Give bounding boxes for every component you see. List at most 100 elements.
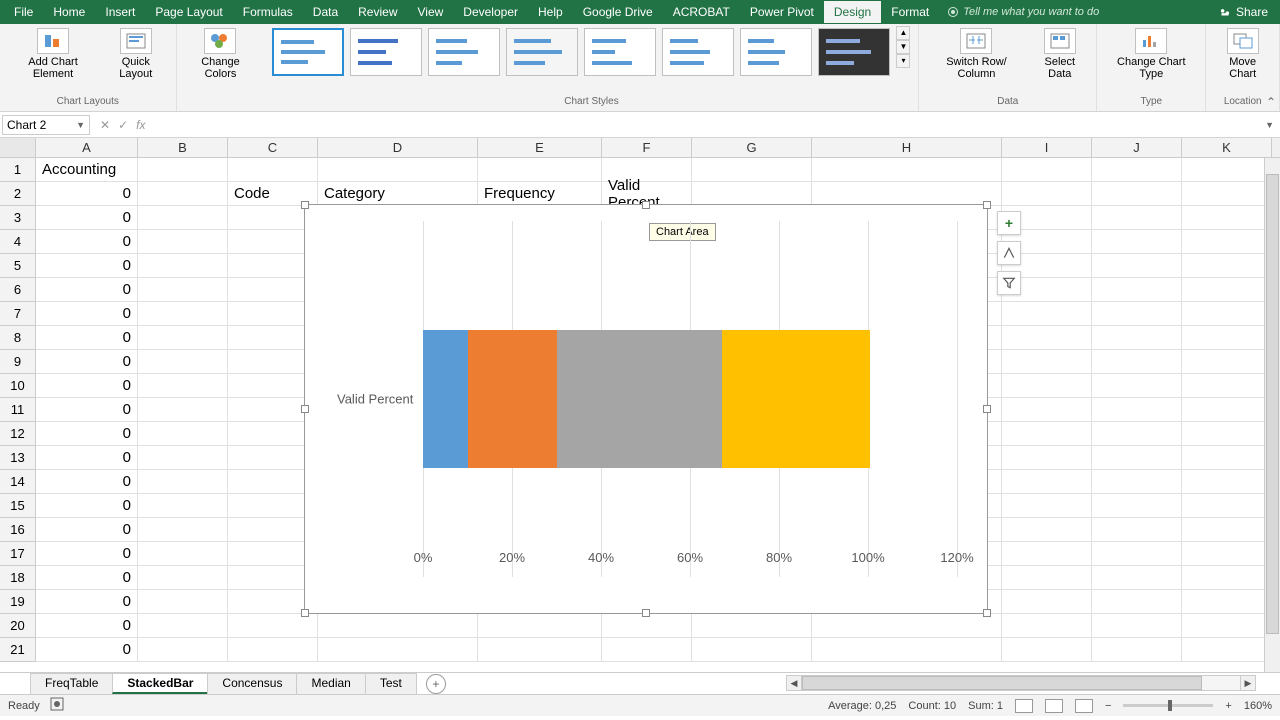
cell-H2[interactable] — [812, 182, 1002, 206]
cell-J19[interactable] — [1092, 590, 1182, 614]
styles-scroll-down[interactable]: ▼ — [896, 40, 910, 54]
cell-A18[interactable]: 0 — [36, 566, 138, 590]
cell-I1[interactable] — [1002, 158, 1092, 182]
cell-K19[interactable] — [1182, 590, 1272, 614]
change-chart-type-button[interactable]: Change Chart Type — [1103, 26, 1199, 82]
tab-acrobat[interactable]: ACROBAT — [663, 1, 740, 23]
cell-K12[interactable] — [1182, 422, 1272, 446]
cell-I12[interactable] — [1002, 422, 1092, 446]
hscroll-right[interactable]: ▶ — [1240, 675, 1256, 691]
tab-formulas[interactable]: Formulas — [233, 1, 303, 23]
column-header-J[interactable]: J — [1092, 138, 1182, 157]
column-header-B[interactable]: B — [138, 138, 228, 157]
cell-J18[interactable] — [1092, 566, 1182, 590]
cell-K17[interactable] — [1182, 542, 1272, 566]
name-box[interactable]: Chart 2 ▼ — [2, 115, 90, 135]
row-header-19[interactable]: 19 — [0, 590, 36, 614]
chart-style-7[interactable] — [740, 28, 812, 76]
move-chart-button[interactable]: Move Chart — [1212, 26, 1273, 82]
row-header-5[interactable]: 5 — [0, 254, 36, 278]
cell-J11[interactable] — [1092, 398, 1182, 422]
cell-I10[interactable] — [1002, 374, 1092, 398]
cell-C20[interactable] — [228, 614, 318, 638]
sheet-tab-stackedbar[interactable]: StackedBar — [112, 673, 208, 694]
row-header-8[interactable]: 8 — [0, 326, 36, 350]
cell-B16[interactable] — [138, 518, 228, 542]
plot-area[interactable]: Valid Percent 0%20%40%60%80%100%120% — [323, 221, 957, 577]
cell-C21[interactable] — [228, 638, 318, 662]
cell-B14[interactable] — [138, 470, 228, 494]
row-header-4[interactable]: 4 — [0, 230, 36, 254]
zoom-slider[interactable] — [1123, 704, 1213, 707]
tab-format[interactable]: Format — [881, 1, 939, 23]
cell-K10[interactable] — [1182, 374, 1272, 398]
expand-formula-icon[interactable]: ▼ — [1259, 120, 1280, 130]
cell-I21[interactable] — [1002, 638, 1092, 662]
cell-E2[interactable]: Frequency — [478, 182, 602, 206]
cell-B17[interactable] — [138, 542, 228, 566]
cell-A6[interactable]: 0 — [36, 278, 138, 302]
cell-J1[interactable] — [1092, 158, 1182, 182]
bar-segment[interactable] — [468, 330, 557, 468]
row-header-7[interactable]: 7 — [0, 302, 36, 326]
cell-J10[interactable] — [1092, 374, 1182, 398]
share-button[interactable]: Share — [1218, 5, 1268, 19]
tab-data[interactable]: Data — [303, 1, 348, 23]
tell-me[interactable]: Tell me what you want to do — [947, 6, 1099, 18]
cell-G1[interactable] — [692, 158, 812, 182]
cell-B11[interactable] — [138, 398, 228, 422]
chart-filters-button[interactable] — [997, 271, 1021, 295]
cell-B4[interactable] — [138, 230, 228, 254]
cell-B12[interactable] — [138, 422, 228, 446]
column-header-H[interactable]: H — [812, 138, 1002, 157]
cell-D20[interactable] — [318, 614, 478, 638]
cell-J9[interactable] — [1092, 350, 1182, 374]
cell-F20[interactable] — [602, 614, 692, 638]
cell-J14[interactable] — [1092, 470, 1182, 494]
row-header-18[interactable]: 18 — [0, 566, 36, 590]
cell-B10[interactable] — [138, 374, 228, 398]
cell-B19[interactable] — [138, 590, 228, 614]
add-sheet-button[interactable]: + — [426, 674, 446, 694]
collapse-ribbon-icon[interactable]: ⌃ — [1266, 95, 1276, 109]
resize-handle[interactable] — [642, 201, 650, 209]
row-header-15[interactable]: 15 — [0, 494, 36, 518]
cell-J5[interactable] — [1092, 254, 1182, 278]
chart-style-5[interactable] — [584, 28, 656, 76]
cell-B5[interactable] — [138, 254, 228, 278]
cell-E1[interactable] — [478, 158, 602, 182]
row-header-1[interactable]: 1 — [0, 158, 36, 182]
row-header-2[interactable]: 2 — [0, 182, 36, 206]
column-header-G[interactable]: G — [692, 138, 812, 157]
column-header-K[interactable]: K — [1182, 138, 1272, 157]
cell-K3[interactable] — [1182, 206, 1272, 230]
chart-style-4[interactable] — [506, 28, 578, 76]
cell-J12[interactable] — [1092, 422, 1182, 446]
cell-I7[interactable] — [1002, 302, 1092, 326]
row-header-20[interactable]: 20 — [0, 614, 36, 638]
cell-B8[interactable] — [138, 326, 228, 350]
bar-segment[interactable] — [722, 330, 869, 468]
cell-B9[interactable] — [138, 350, 228, 374]
tab-home[interactable]: Home — [43, 1, 95, 23]
cell-J8[interactable] — [1092, 326, 1182, 350]
row-header-6[interactable]: 6 — [0, 278, 36, 302]
tab-developer[interactable]: Developer — [453, 1, 528, 23]
tab-insert[interactable]: Insert — [95, 1, 145, 23]
cell-I16[interactable] — [1002, 518, 1092, 542]
stacked-bar[interactable] — [423, 330, 870, 468]
styles-scroll-up[interactable]: ▲ — [896, 26, 910, 40]
cell-J4[interactable] — [1092, 230, 1182, 254]
cell-E20[interactable] — [478, 614, 602, 638]
row-header-9[interactable]: 9 — [0, 350, 36, 374]
cell-K11[interactable] — [1182, 398, 1272, 422]
cell-K8[interactable] — [1182, 326, 1272, 350]
quick-layout-button[interactable]: Quick Layout — [102, 26, 169, 82]
cell-J21[interactable] — [1092, 638, 1182, 662]
row-header-3[interactable]: 3 — [0, 206, 36, 230]
cell-G21[interactable] — [692, 638, 812, 662]
tab-help[interactable]: Help — [528, 1, 573, 23]
cell-B3[interactable] — [138, 206, 228, 230]
cell-J7[interactable] — [1092, 302, 1182, 326]
resize-handle[interactable] — [983, 405, 991, 413]
